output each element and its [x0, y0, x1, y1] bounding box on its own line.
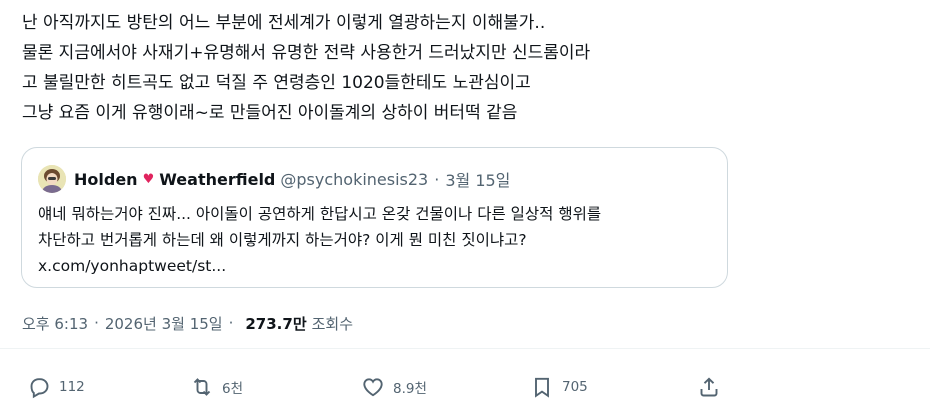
post-metadata: 오후 6:13 · 2026년 3월 15일 · 273.7만 조회수 [22, 311, 353, 335]
quoted-post-card[interactable]: Holden ♥ Weatherfield @psychokinesis23 ·… [21, 147, 728, 288]
like-button[interactable]: 8.9천 [361, 372, 427, 402]
view-count-label: 조회수 [311, 314, 354, 333]
avatar[interactable] [38, 165, 66, 193]
reply-button[interactable]: 112 [27, 372, 85, 402]
heart-icon [363, 378, 383, 397]
quoted-text-line: 차단하고 번거롭게 하는데 왜 이렇게까지 하는거야? 이게 뭔 미친 짓이냐고… [38, 231, 527, 249]
post-time[interactable]: 오후 6:13 [22, 313, 88, 334]
separator-dot: · [94, 314, 99, 332]
separator-dot: · [434, 169, 440, 189]
like-count: 8.9천 [393, 381, 427, 397]
bookmark-icon [535, 377, 549, 398]
bookmark-count: 705 [562, 379, 588, 395]
quoted-author-handle[interactable]: @psychokinesis23 [280, 170, 428, 189]
quoted-text-line: 얘네 뭐하는거야 진짜... 아이돌이 공연하게 한답시고 온갖 건물이나 다른… [38, 205, 602, 223]
post-date[interactable]: 2026년 3월 15일 [105, 313, 223, 334]
action-bar: 112 6천 8.9천 705 [0, 372, 930, 402]
retweet-icon [193, 378, 211, 396]
post-text-line: 물론 지금에서야 사재기+유명해서 유명한 전략 사용한거 드러났지만 신드롬이… [22, 43, 591, 63]
quoted-post-text: 얘네 뭐하는거야 진짜... 아이돌이 공연하게 한답시고 온갖 건물이나 다른… [38, 201, 718, 279]
bookmark-button[interactable]: 705 [530, 372, 588, 402]
retweet-count: 6천 [222, 381, 244, 397]
separator-dot: · [228, 314, 234, 332]
view-count: 273.7만 [245, 314, 307, 333]
post-text: 난 아직까지도 방탄의 어느 부분에 전세계가 이렇게 열광하는지 이해불가..… [22, 8, 902, 128]
post-text-line: 그냥 요즘 이게 유행이래~로 만들어진 아이돌계의 상하이 버터떡 같음 [22, 103, 518, 123]
heart-emoji-icon: ♥ [142, 171, 155, 187]
quoted-author-name-suffix[interactable]: Weatherfield [159, 170, 275, 189]
quoted-author-name[interactable]: Holden [74, 170, 138, 189]
reply-count: 112 [59, 379, 85, 395]
avatar-image [38, 165, 66, 193]
post-text-line: 고 불릴만한 히트곡도 없고 덕질 주 연령층인 1020들한테도 노관심이고 [22, 73, 531, 93]
retweet-button[interactable]: 6천 [190, 372, 243, 402]
post-text-line: 난 아직까지도 방탄의 어느 부분에 전세계가 이렇게 열광하는지 이해불가.. [22, 13, 546, 33]
quoted-post-date[interactable]: 3월 15일 [445, 167, 510, 191]
quoted-post-header: Holden ♥ Weatherfield @psychokinesis23 ·… [38, 165, 510, 193]
divider [0, 348, 930, 349]
reply-icon [30, 378, 49, 399]
share-icon [700, 377, 718, 397]
quoted-link[interactable]: x.com/yonhaptweet/st... [38, 253, 718, 279]
share-button[interactable] [697, 372, 721, 402]
